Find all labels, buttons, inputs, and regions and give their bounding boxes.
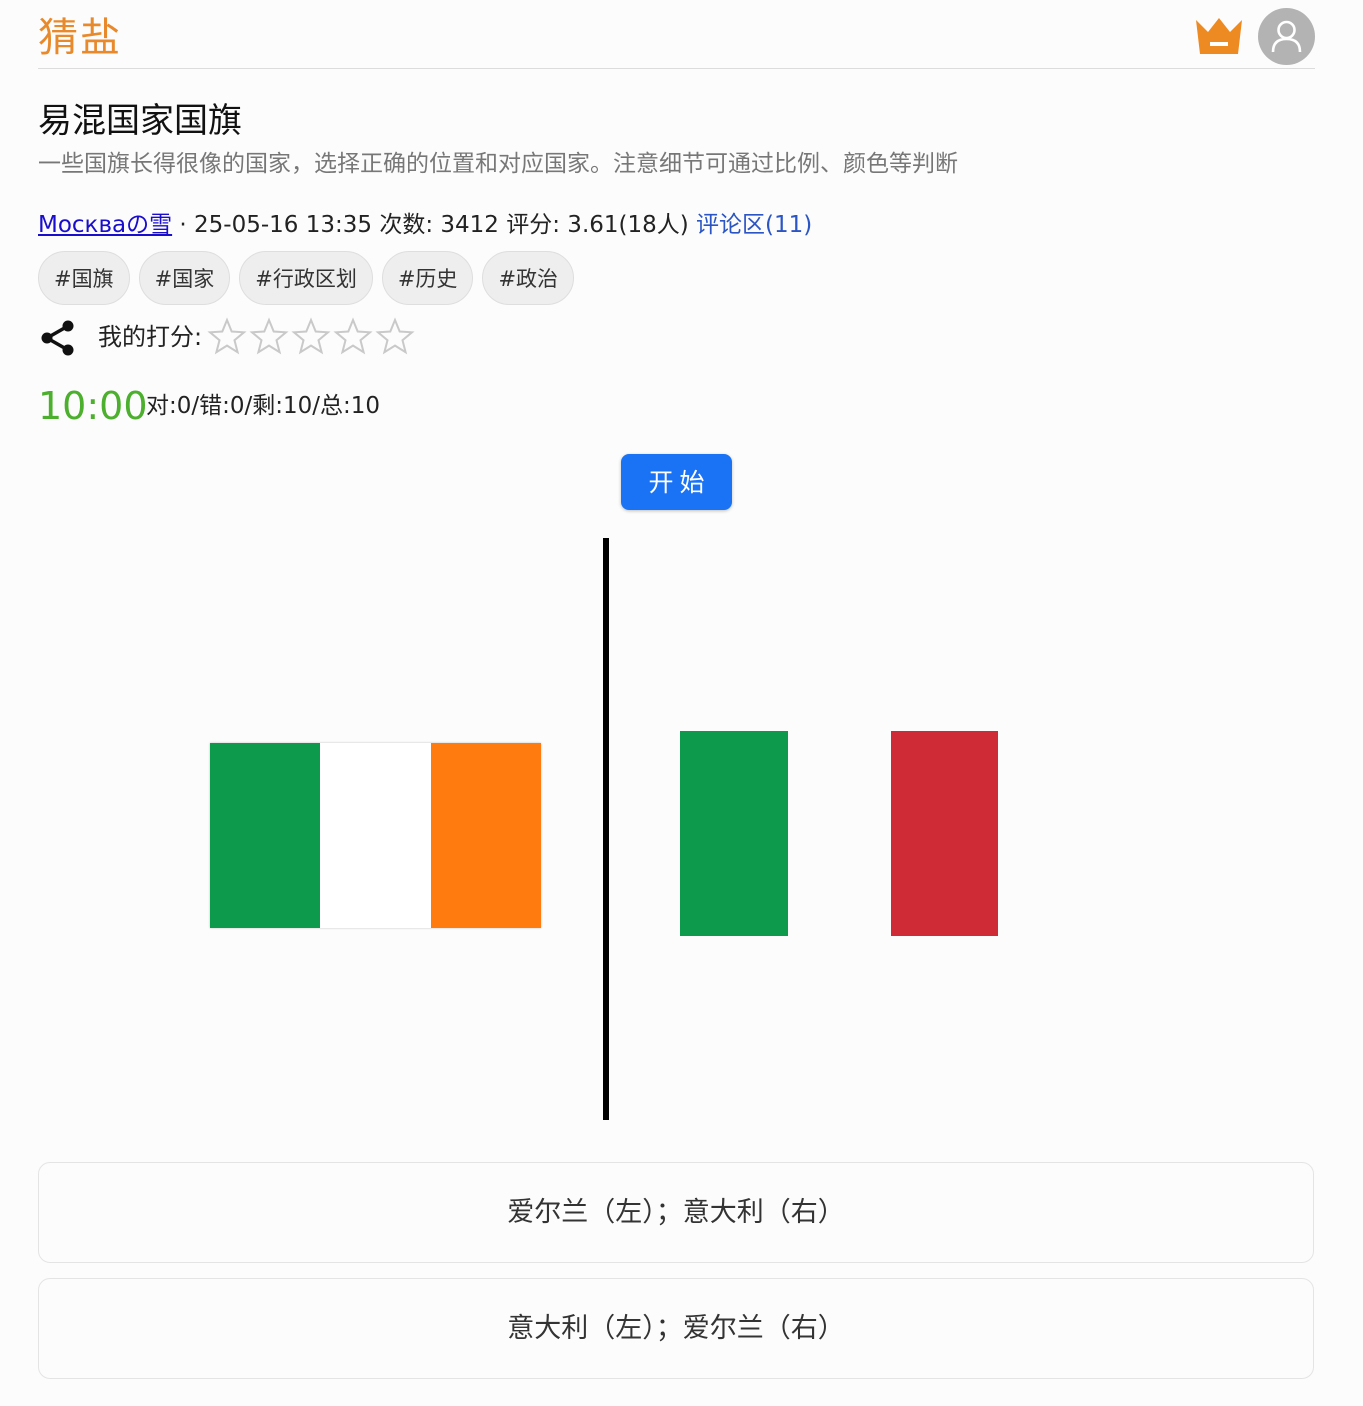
score-counter: 对:0/错:0/剩:10/总:10 — [146, 393, 381, 419]
share-icon[interactable] — [38, 318, 78, 358]
star-icon[interactable] — [248, 316, 290, 356]
quiz-description: 一些国旗长得很像的国家，选择正确的位置和对应国家。注意细节可通过比例、颜色等判断 — [38, 151, 958, 177]
author-link[interactable]: Москваの雪 — [38, 212, 172, 238]
rating-stars — [206, 316, 416, 356]
start-button[interactable]: 开始 — [621, 454, 732, 510]
site-header: 猜盐 — [38, 0, 1315, 69]
star-icon[interactable] — [290, 316, 332, 356]
tag-list: #国旗 #国家 #行政区划 #历史 #政治 — [38, 251, 583, 307]
flag-stripe-white — [320, 743, 431, 928]
tag-chip[interactable]: #行政区划 — [239, 251, 373, 305]
quiz-title: 易混国家国旗 — [38, 101, 242, 141]
user-icon — [1271, 20, 1302, 53]
flag-stripe-green — [210, 743, 321, 928]
star-icon[interactable] — [206, 316, 248, 356]
tag-chip[interactable]: #国家 — [138, 251, 231, 305]
tag-chip[interactable]: #国旗 — [38, 251, 130, 305]
countdown-timer: 10:00 — [38, 384, 148, 428]
site-logo[interactable]: 猜盐 — [38, 12, 122, 64]
quiz-meta-info: · 25-05-16 13:35 次数: 3412 评分: 3.61(18人) — [172, 212, 697, 238]
left-flag-image — [210, 743, 541, 928]
rating-row: 我的打分: — [38, 316, 538, 358]
star-icon[interactable] — [374, 316, 416, 356]
user-avatar[interactable] — [1258, 8, 1315, 65]
answer-option-2[interactable]: 意大利（左）；爱尔兰（右） — [38, 1278, 1314, 1379]
right-flag-stripe-green — [680, 731, 788, 936]
quiz-meta: Москваの雪 · 25-05-16 13:35 次数: 3412 评分: 3… — [38, 209, 812, 241]
right-flag-stripe-red — [891, 731, 998, 936]
crown-icon[interactable] — [1194, 14, 1244, 56]
star-icon[interactable] — [332, 316, 374, 356]
comments-link[interactable]: 评论区(11) — [696, 212, 812, 238]
flag-stripe-orange — [430, 743, 541, 928]
rating-label: 我的打分: — [98, 323, 203, 351]
tag-chip[interactable]: #历史 — [381, 251, 474, 305]
answer-option-1[interactable]: 爱尔兰（左）；意大利（右） — [38, 1162, 1314, 1263]
tag-chip[interactable]: #政治 — [482, 251, 575, 305]
center-divider — [603, 538, 609, 1120]
